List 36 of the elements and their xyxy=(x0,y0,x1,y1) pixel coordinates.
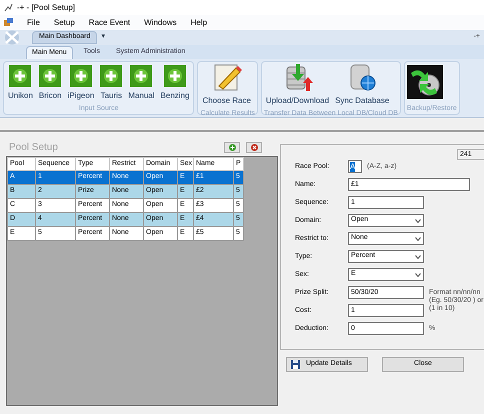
menu-item[interactable]: Setup xyxy=(54,16,75,28)
ribbon-button[interactable]: iPigeon xyxy=(66,65,96,103)
plus-icon xyxy=(70,65,92,87)
add-icon xyxy=(228,144,236,150)
pencil-paper-icon xyxy=(212,62,242,92)
plus-icon xyxy=(39,65,62,87)
chevron-icon xyxy=(415,218,421,222)
ribbon-button[interactable]: Sync Database xyxy=(333,62,392,108)
chevron-icon xyxy=(415,272,421,276)
panel-title: Pool Setup xyxy=(9,140,58,154)
ribbon-button[interactable]: Manual xyxy=(126,65,157,103)
ribbon-button[interactable]: Tauris xyxy=(98,65,124,103)
delete-button[interactable] xyxy=(246,142,262,152)
ribbon-button[interactable]: Bricon xyxy=(36,65,64,103)
menu-item[interactable]: File xyxy=(27,16,40,28)
plus-icon xyxy=(9,65,32,87)
ribbon-button[interactable]: Benzing xyxy=(158,65,192,103)
plus-icon xyxy=(100,65,122,87)
plus-icon xyxy=(130,65,152,87)
app-icon xyxy=(4,3,13,12)
race-pool-field[interactable]: A xyxy=(348,160,362,173)
ribbon-button[interactable]: Unikon xyxy=(6,65,35,103)
window-menu-icon[interactable] xyxy=(4,18,13,27)
menu-item[interactable]: Help xyxy=(190,16,208,28)
plus-icon xyxy=(164,65,186,87)
floppy-icon xyxy=(291,360,300,369)
add-button[interactable] xyxy=(224,142,240,152)
chevron-icon xyxy=(415,254,421,258)
window-title: -+ - [Pool Setup] xyxy=(17,2,76,14)
delete-icon xyxy=(250,144,258,150)
menu-item[interactable]: Windows xyxy=(144,16,177,28)
ribbon-button[interactable]: Choose Race xyxy=(200,62,253,108)
chevron-icon xyxy=(415,236,421,240)
disc-arrows-icon[interactable] xyxy=(406,65,443,99)
menu-item[interactable]: Race Event xyxy=(88,16,130,28)
ribbon-button[interactable]: Upload/Download xyxy=(264,62,332,108)
